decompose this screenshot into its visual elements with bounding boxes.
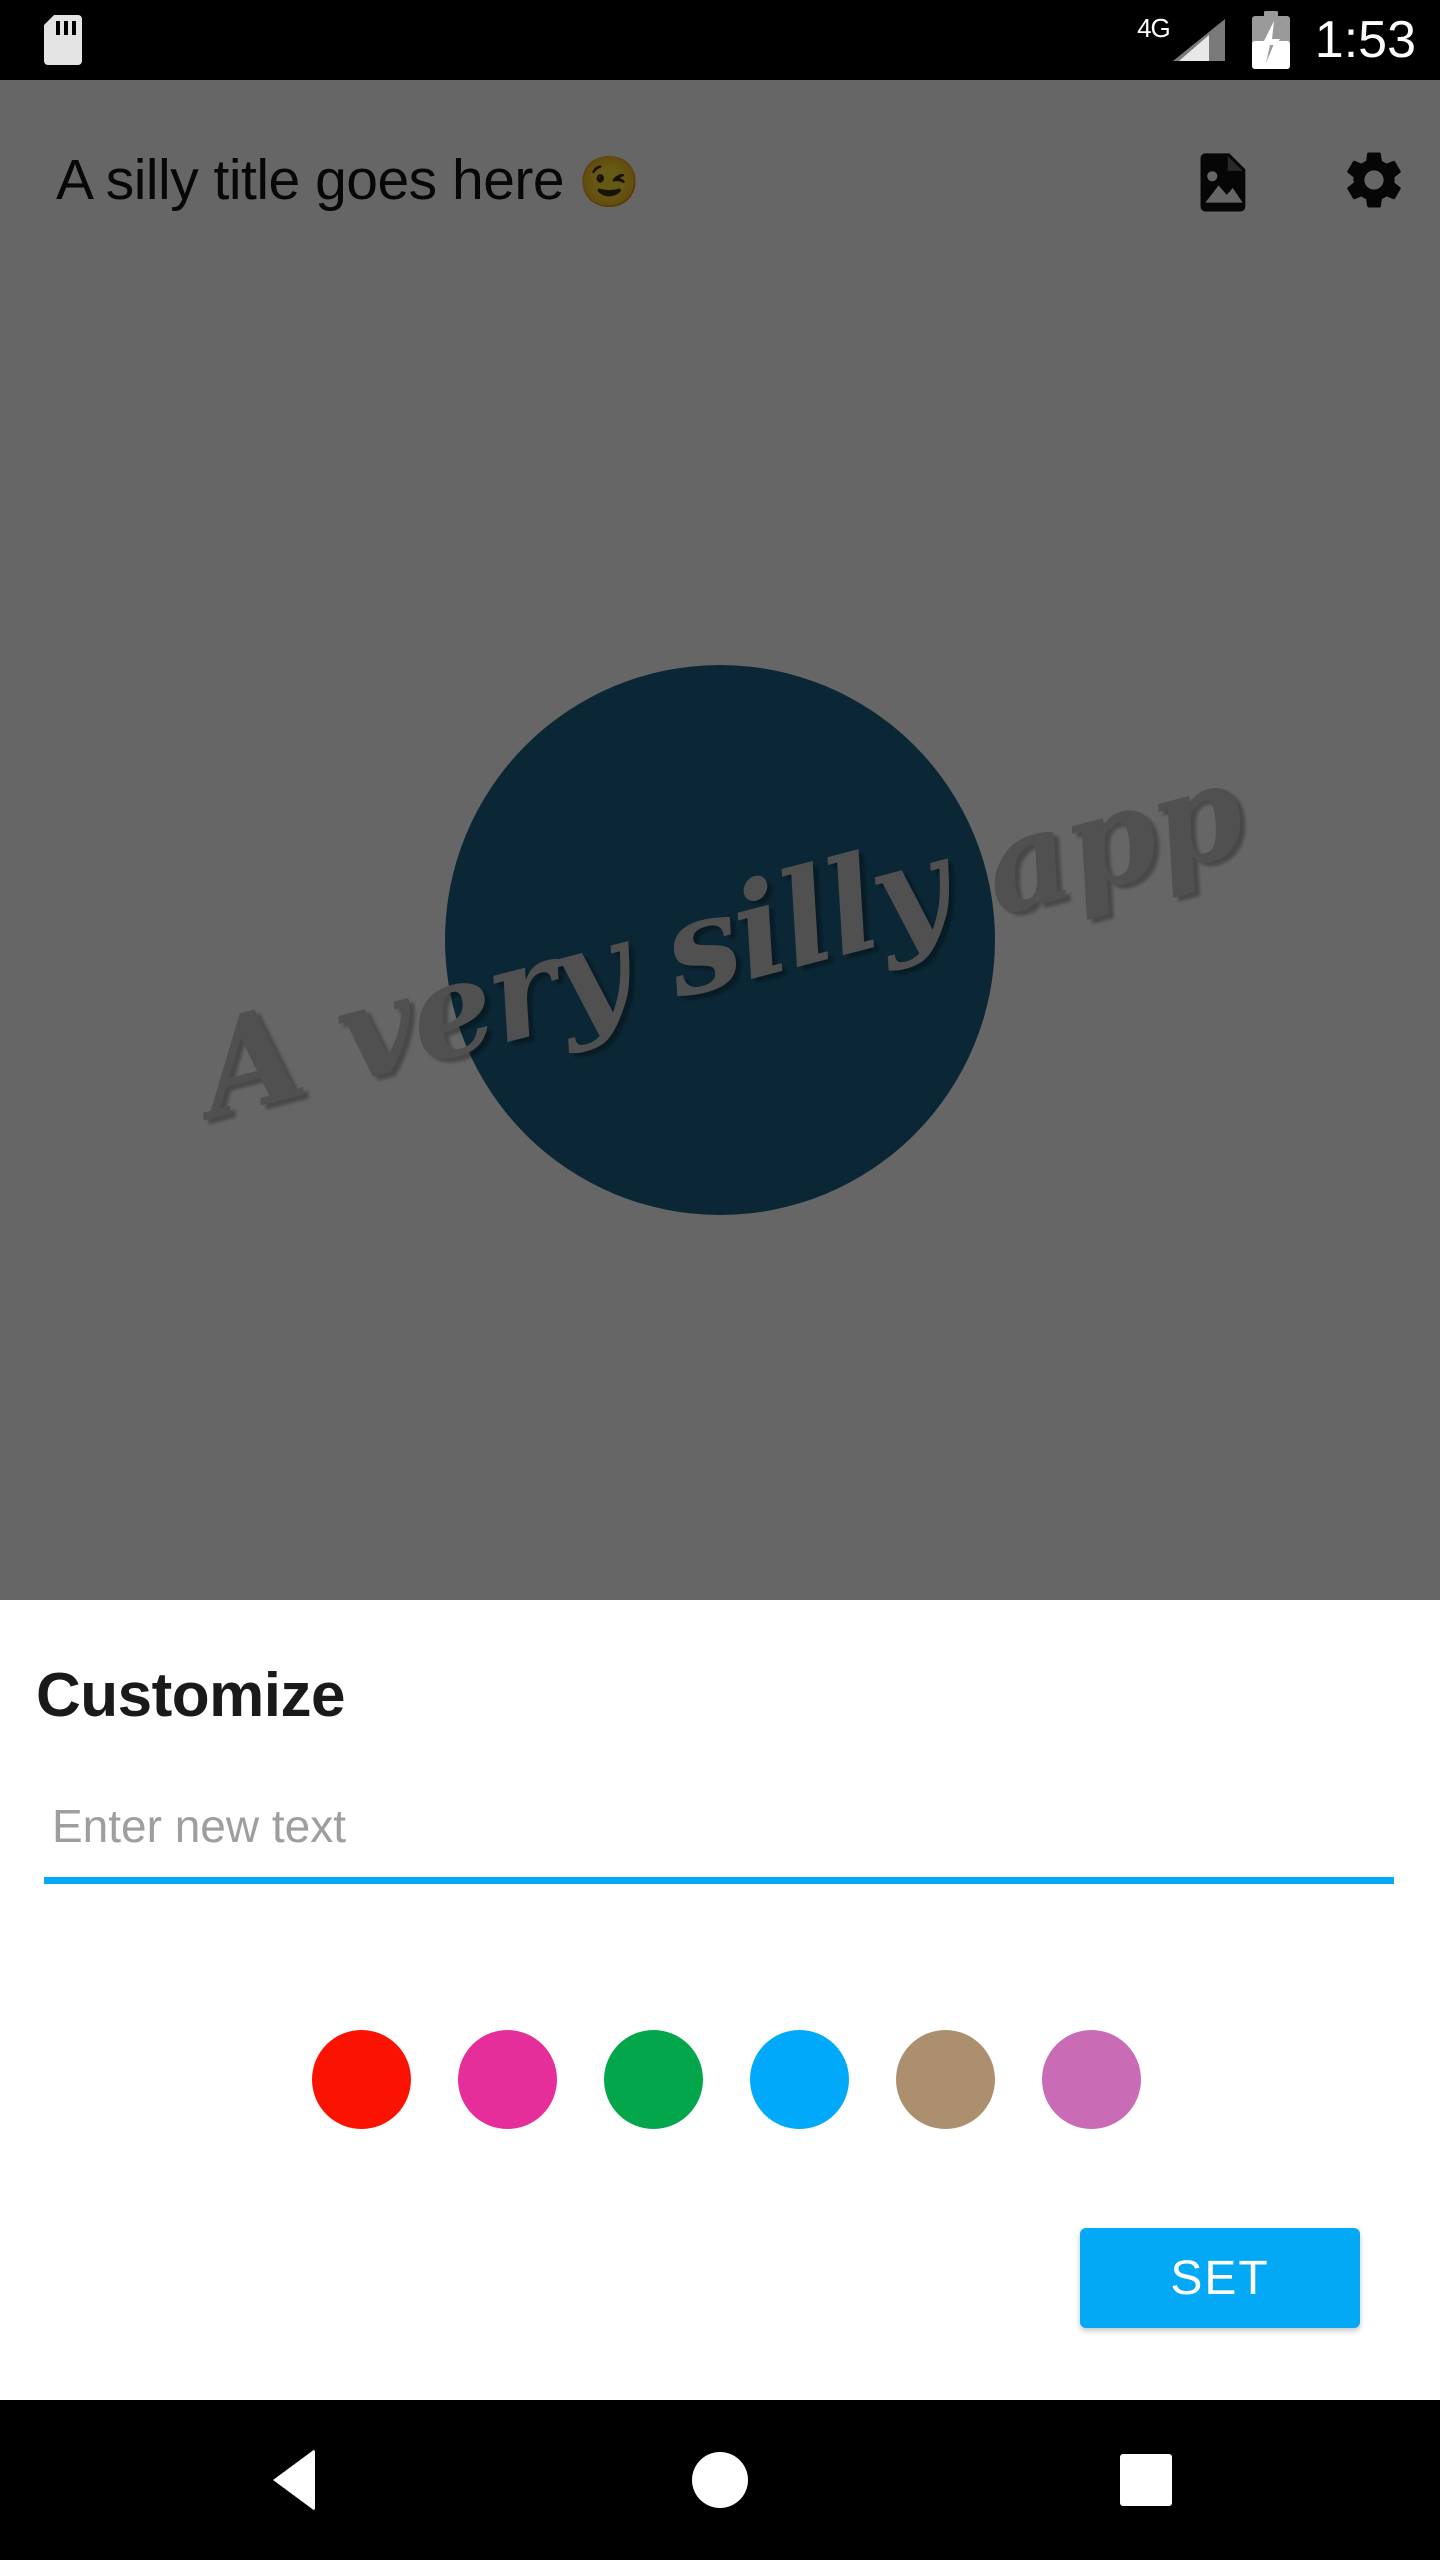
battery-charging-icon (1251, 11, 1290, 69)
sheet-title: Customize (36, 1661, 345, 1730)
colour-swatch-red[interactable] (312, 2030, 411, 2129)
sd-card-icon (44, 15, 82, 65)
colour-swatch-pink[interactable] (458, 2030, 557, 2129)
home-circle-icon (692, 2452, 748, 2508)
status-clock: 1:53 (1314, 11, 1416, 69)
nav-back-button[interactable] (194, 2400, 394, 2560)
recents-square-icon (1120, 2454, 1172, 2506)
status-bar: 4G 1:53 (0, 0, 1440, 80)
nav-recents-button[interactable] (1046, 2400, 1246, 2560)
colour-swatch-tan[interactable] (896, 2030, 995, 2129)
back-triangle-icon (273, 2449, 315, 2511)
colour-swatch-green[interactable] (604, 2030, 703, 2129)
nav-home-button[interactable] (620, 2400, 820, 2560)
new-text-input[interactable] (44, 1780, 1394, 1880)
system-navigation-bar (0, 2400, 1440, 2560)
colour-swatch-blue[interactable] (750, 2030, 849, 2129)
text-field-underline (44, 1877, 1394, 1884)
signal-bars-icon (1172, 19, 1225, 61)
phone-screen: 4G 1:53 A silly title goes here😉 (0, 0, 1440, 2560)
network-type-label: 4G (1137, 12, 1171, 43)
colour-swatch-orchid[interactable] (1042, 2030, 1141, 2129)
set-button[interactable]: SET (1080, 2228, 1360, 2328)
dialog-scrim[interactable] (0, 80, 1440, 1600)
new-text-field-wrapper (44, 1780, 1394, 1884)
colour-swatch-row (0, 2030, 1440, 2129)
status-indicators: 4G 1:53 (1137, 0, 1416, 80)
